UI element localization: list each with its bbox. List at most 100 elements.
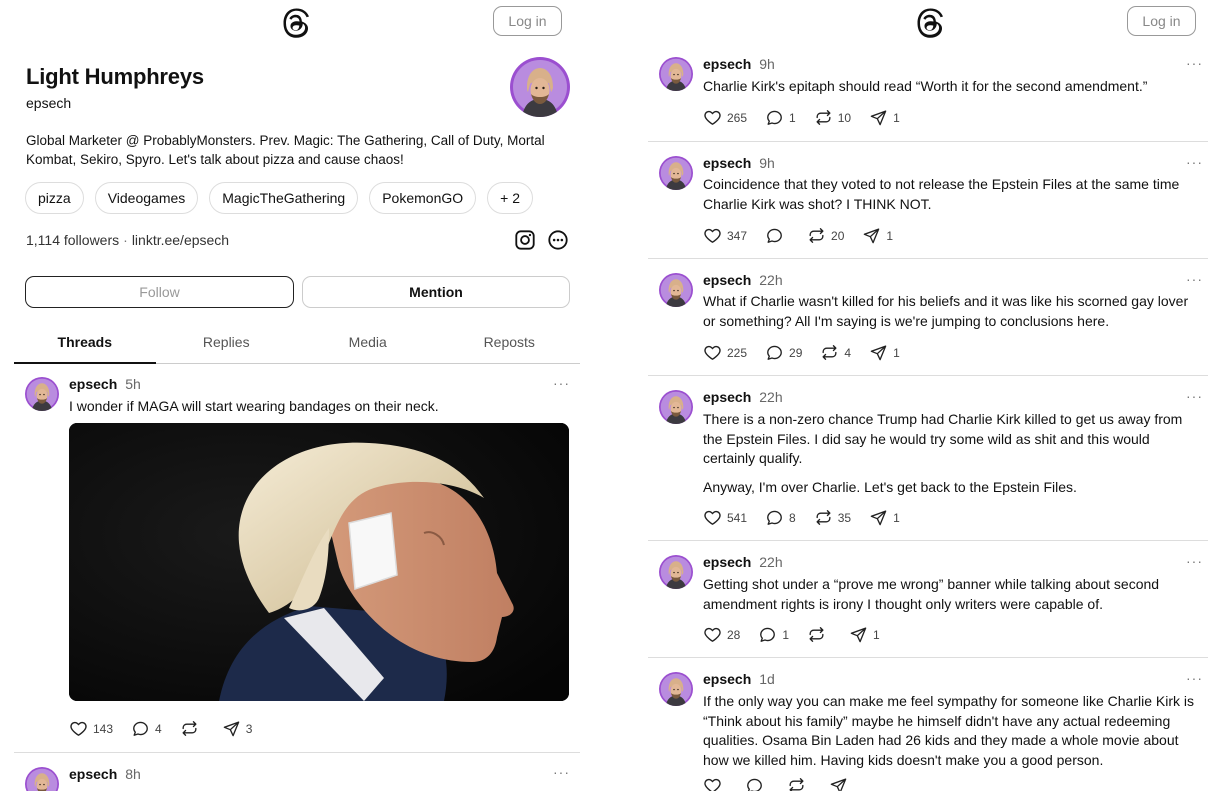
post-more-button[interactable]: ··· [1186,55,1203,71]
repost-button[interactable] [180,719,204,738]
tab-media[interactable]: Media [297,320,439,363]
post-more-button[interactable]: ··· [1186,154,1203,170]
avatar[interactable] [25,377,59,411]
repost-button[interactable] [787,776,811,791]
like-button[interactable]: 265 [703,108,747,127]
post-actions: 347 20 1 [703,226,911,245]
share-button[interactable]: 1 [862,226,893,245]
like-button[interactable] [703,776,727,791]
threads-logo-icon[interactable] [282,8,310,38]
post-username[interactable]: epsech [703,155,751,171]
post-username[interactable]: epsech [703,389,751,405]
login-button[interactable]: Log in [1127,6,1196,36]
avatar[interactable] [659,273,693,307]
divider [648,657,1208,658]
share-button[interactable]: 1 [869,508,900,527]
avatar[interactable] [659,390,693,424]
reply-button[interactable]: 8 [765,508,796,527]
post-username[interactable]: epsech [69,376,117,392]
reply-button[interactable]: 29 [765,343,802,362]
post-text: If the only way you can make me feel sym… [703,692,1195,770]
post-username[interactable]: epsech [703,554,751,570]
post-username[interactable]: epsech [703,671,751,687]
post-more-button[interactable]: ··· [1186,271,1203,287]
post-time: 22h [759,389,783,405]
tab-replies[interactable]: Replies [156,320,298,363]
repost-icon [787,776,806,791]
reply-button[interactable] [745,776,769,791]
tab-reposts[interactable]: Reposts [439,320,581,363]
tag-pokemongo[interactable]: PokemonGO [369,182,477,214]
tag-pizza[interactable]: pizza [25,182,84,214]
like-button[interactable]: 28 [703,625,740,644]
avatar[interactable] [659,555,693,589]
share-button[interactable]: 1 [869,108,900,127]
profile-avatar[interactable] [510,57,570,117]
divider [648,540,1208,541]
like-count: 265 [727,110,748,125]
like-button[interactable]: 143 [69,719,113,738]
share-count: 1 [873,627,880,642]
profile-link[interactable]: linktr.ee/epsech [132,232,229,248]
more-circle-icon[interactable] [547,229,569,251]
post-paragraph: There is a non-zero chance Trump had Cha… [703,411,1183,466]
post-more-button[interactable]: ··· [553,764,570,780]
login-button[interactable]: Log in [493,6,562,36]
repost-icon [814,108,833,127]
post-more-button[interactable]: ··· [1186,388,1203,404]
comment-icon [765,508,784,527]
share-button[interactable]: 3 [222,719,253,738]
repost-button[interactable]: 35 [814,508,851,527]
post-more-button[interactable]: ··· [1186,553,1203,569]
follow-button[interactable]: Follow [25,276,294,308]
avatar[interactable] [659,156,693,190]
repost-count: 4 [844,345,852,360]
followers-count[interactable]: 1,114 followers [26,232,119,248]
heart-icon [703,625,722,644]
reply-button[interactable] [765,226,789,245]
avatar[interactable] [25,767,59,791]
followers-row: 1,114 followers · linktr.ee/epsech [26,232,229,248]
reply-count: 8 [789,510,796,525]
tab-threads[interactable]: Threads [14,320,156,364]
bio-line: Kombat, Sekiro, Spyro. Let's talk about … [26,152,404,167]
repost-button[interactable]: 10 [814,108,851,127]
post-actions: 265 1 10 1 [703,108,918,127]
like-count: 347 [727,228,748,243]
tag-videogames[interactable]: Videogames [94,182,199,214]
post-time: 22h [759,554,783,570]
send-icon [869,508,888,527]
avatar[interactable] [659,57,693,91]
tag-magicthegathering[interactable]: MagicTheGathering [209,182,359,214]
like-button[interactable]: 541 [703,508,747,527]
repost-button[interactable]: 20 [807,226,844,245]
reply-button[interactable]: 4 [131,719,162,738]
reply-button[interactable]: 1 [765,108,796,127]
post-username[interactable]: epsech [703,56,751,72]
repost-icon [807,226,826,245]
post-more-button[interactable]: ··· [553,375,570,391]
share-button[interactable]: 1 [869,343,900,362]
tag-more[interactable]: + 2 [487,182,534,214]
post-image[interactable] [69,423,569,701]
post-username[interactable]: epsech [703,272,751,288]
instagram-icon[interactable] [514,229,536,251]
repost-button[interactable] [807,625,831,644]
like-button[interactable]: 225 [703,343,747,362]
reply-button[interactable]: 1 [758,625,789,644]
like-button[interactable]: 347 [703,226,747,245]
threads-logo-icon[interactable] [916,8,944,38]
share-count: 3 [245,721,253,736]
profile-name: Light Humphreys [26,64,204,89]
avatar[interactable] [659,672,693,706]
heart-icon [703,343,722,362]
repost-button[interactable]: 4 [820,343,851,362]
share-button[interactable] [829,776,853,791]
post-username[interactable]: epsech [69,766,117,782]
post-header: epsech 5h [69,376,141,392]
mention-button[interactable]: Mention [302,276,570,308]
share-button[interactable]: 1 [849,625,880,644]
post-more-button[interactable]: ··· [1186,670,1203,686]
repost-count: 35 [837,510,852,525]
post-actions: 541 8 35 1 [703,508,918,527]
